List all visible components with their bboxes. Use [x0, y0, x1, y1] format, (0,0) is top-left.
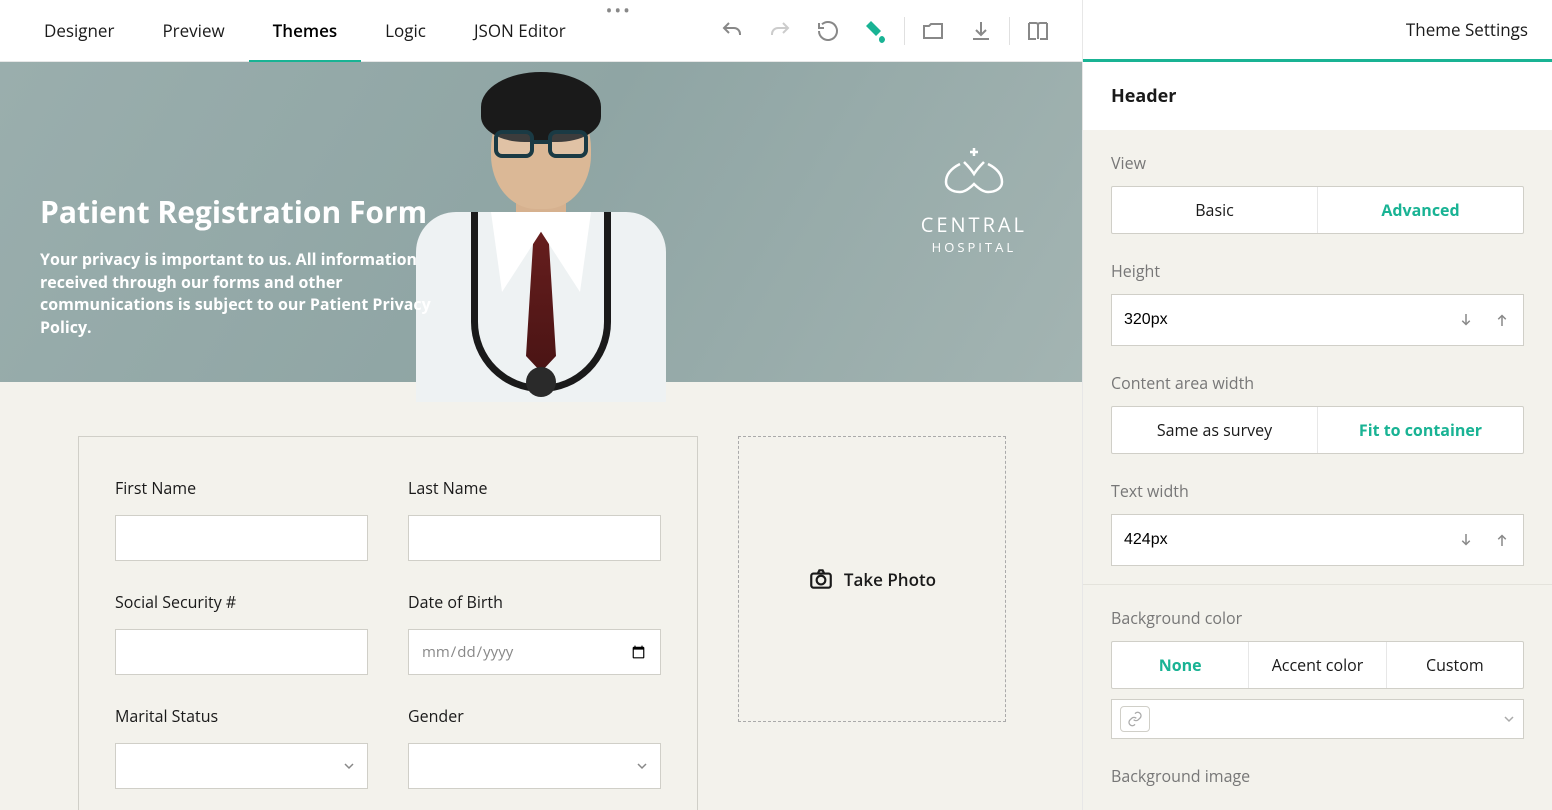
height-label: Height: [1111, 260, 1524, 282]
tab-designer[interactable]: Designer: [20, 0, 138, 63]
content-width-same-option[interactable]: Same as survey: [1112, 407, 1318, 453]
dob-label: Date of Birth: [408, 591, 661, 613]
bg-none-option[interactable]: None: [1112, 642, 1249, 688]
header-section-title[interactable]: Header: [1083, 62, 1552, 130]
last-name-input[interactable]: [408, 515, 661, 561]
download-button[interactable]: [957, 7, 1005, 55]
survey-header[interactable]: CENTRAL HOSPITAL Patient Registration Fo…: [0, 62, 1082, 382]
bg-custom-option[interactable]: Custom: [1387, 642, 1523, 688]
tab-json-editor[interactable]: JSON Editor: [450, 0, 590, 63]
tab-themes[interactable]: Themes: [249, 0, 362, 63]
arrow-down-icon[interactable]: [1457, 531, 1475, 549]
content-width-fit-option[interactable]: Fit to container: [1318, 407, 1523, 453]
tab-preview[interactable]: Preview: [138, 0, 248, 63]
first-name-input[interactable]: [115, 515, 368, 561]
first-name-label: First Name: [115, 477, 368, 499]
toolbar-actions: [708, 7, 1062, 55]
docs-button[interactable]: [1014, 7, 1062, 55]
toolbar-divider: [904, 17, 905, 45]
link-icon: [1120, 706, 1150, 732]
ssn-input[interactable]: [115, 629, 368, 675]
design-canvas: CENTRAL HOSPITAL Patient Registration Fo…: [0, 62, 1082, 810]
toolbar-divider: [1009, 17, 1010, 45]
reset-button[interactable]: [804, 7, 852, 55]
editor-tabs: Designer Preview Themes Logic JSON Edito…: [20, 0, 648, 63]
top-toolbar: Designer Preview Themes Logic JSON Edito…: [0, 0, 1082, 62]
logo-text-2: HOSPITAL: [921, 238, 1027, 256]
theme-paint-button[interactable]: [852, 7, 900, 55]
background-color-label: Background color: [1111, 607, 1524, 629]
text-width-stepper[interactable]: [1111, 514, 1524, 566]
background-image-label: Background image: [1111, 765, 1524, 787]
chevron-down-icon: [343, 760, 355, 772]
survey-description[interactable]: Your privacy is important to us. All inf…: [40, 248, 464, 338]
background-color-toggle: None Accent color Custom: [1111, 641, 1524, 689]
tab-more-button[interactable]: •••: [590, 0, 648, 63]
view-toggle: Basic Advanced: [1111, 186, 1524, 234]
redo-button[interactable]: [756, 7, 804, 55]
marital-status-select[interactable]: [115, 743, 368, 789]
tab-logic[interactable]: Logic: [361, 0, 450, 63]
arrow-down-icon[interactable]: [1457, 311, 1475, 329]
camera-icon: [808, 566, 834, 592]
theme-settings-panel: Theme Settings Header View Basic Advance…: [1082, 0, 1552, 810]
bg-accent-option[interactable]: Accent color: [1249, 642, 1386, 688]
gender-select[interactable]: [408, 743, 661, 789]
chevron-down-icon: [636, 760, 648, 772]
marital-status-label: Marital Status: [115, 705, 368, 727]
arrow-up-icon[interactable]: [1493, 311, 1511, 329]
chevron-down-icon: [1503, 713, 1515, 725]
hospital-logo: CENTRAL HOSPITAL: [921, 142, 1027, 256]
survey-title[interactable]: Patient Registration Form: [40, 191, 464, 232]
logo-text-1: CENTRAL: [921, 211, 1027, 238]
take-photo-label: Take Photo: [844, 568, 936, 591]
height-input[interactable]: [1124, 311, 1457, 329]
undo-button[interactable]: [708, 7, 756, 55]
background-color-dropdown[interactable]: [1111, 699, 1524, 739]
theme-settings-title: Theme Settings: [1083, 0, 1552, 62]
content-area-width-label: Content area width: [1111, 372, 1524, 394]
arrow-up-icon[interactable]: [1493, 531, 1511, 549]
open-button[interactable]: [909, 7, 957, 55]
form-panel[interactable]: First Name Last Name Social Security #: [78, 436, 698, 810]
gender-label: Gender: [408, 705, 661, 727]
view-basic-option[interactable]: Basic: [1112, 187, 1318, 233]
text-width-input[interactable]: [1124, 531, 1457, 549]
content-width-toggle: Same as survey Fit to container: [1111, 406, 1524, 454]
last-name-label: Last Name: [408, 477, 661, 499]
take-photo-panel[interactable]: Take Photo: [738, 436, 1006, 722]
ssn-label: Social Security #: [115, 591, 368, 613]
text-width-label: Text width: [1111, 480, 1524, 502]
dob-input[interactable]: [408, 629, 661, 675]
height-stepper[interactable]: [1111, 294, 1524, 346]
view-label: View: [1111, 152, 1524, 174]
view-advanced-option[interactable]: Advanced: [1318, 187, 1523, 233]
